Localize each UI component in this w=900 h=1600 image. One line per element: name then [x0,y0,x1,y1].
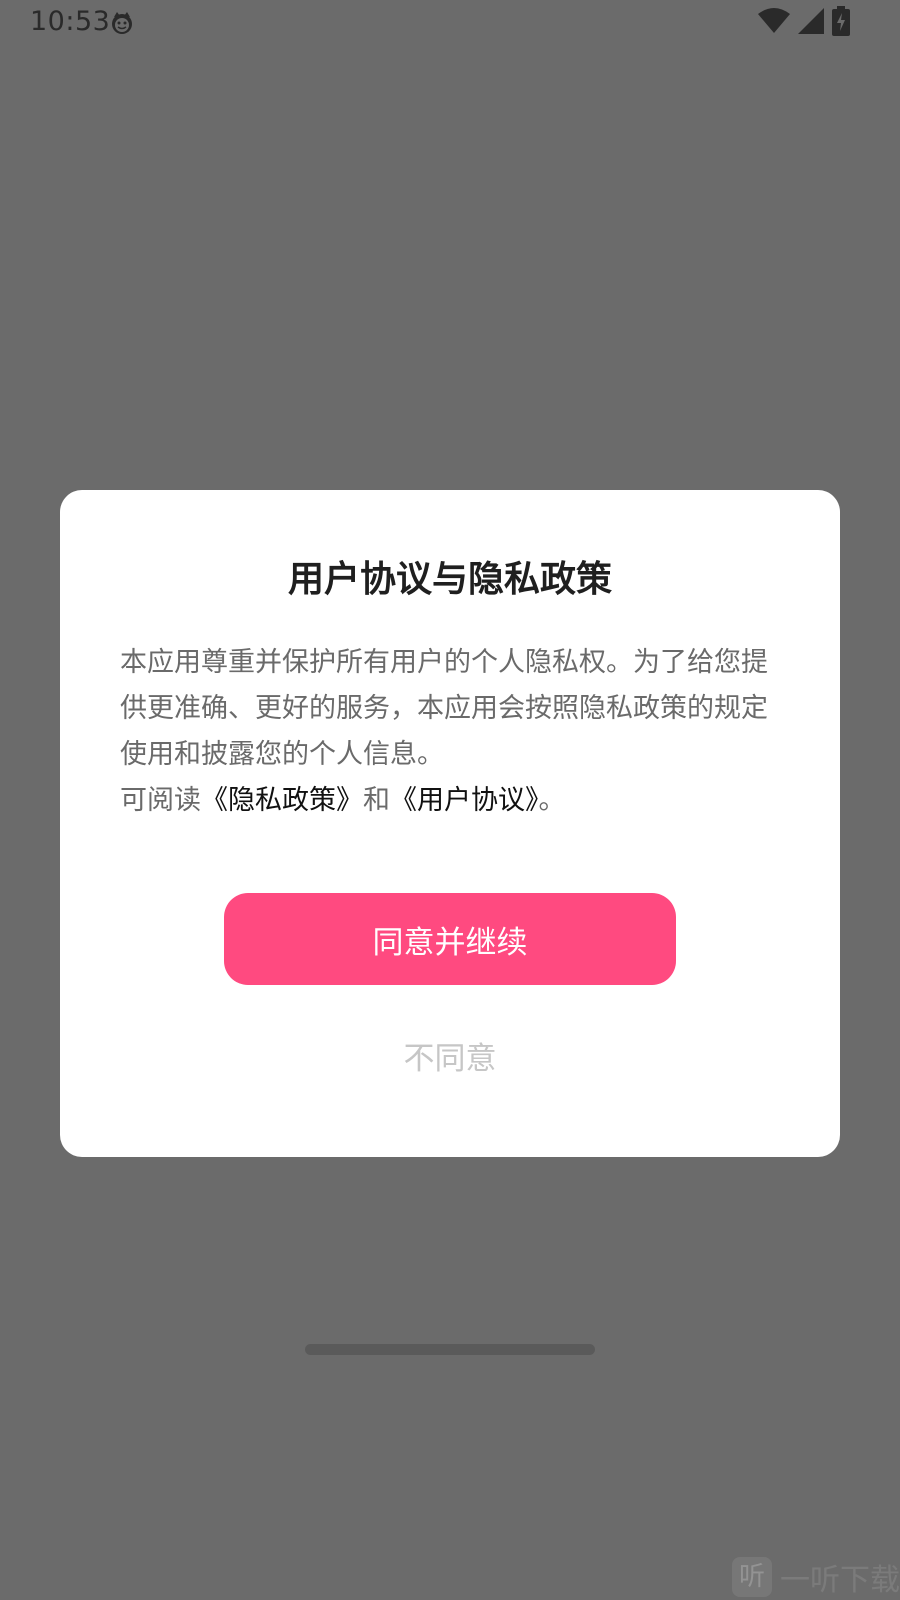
privacy-policy-link[interactable]: 《隐私政策》 [201,785,363,816]
dialog-read-line: 可阅读《隐私政策》和《用户协议》。 [120,778,780,824]
cat-face-icon [110,11,134,35]
dialog-body: 本应用尊重并保护所有用户的个人隐私权。为了给您提供更准确、更好的服务，本应用会按… [120,640,780,824]
watermark: 听 一听下载 [732,1554,900,1600]
cellular-signal-icon [798,8,824,38]
wifi-icon [758,8,790,38]
dialog-body-text: 本应用尊重并保护所有用户的个人隐私权。为了给您提供更准确、更好的服务，本应用会按… [120,647,768,770]
status-time: 10:53 [30,6,111,37]
agree-continue-button[interactable]: 同意并继续 [224,893,676,985]
watermark-logo: 听 [732,1557,772,1597]
watermark-text: 一听下载 [780,1563,900,1598]
dialog-title: 用户协议与隐私政策 [287,559,612,600]
read-suffix: 。 [538,785,566,816]
status-icons [758,6,850,40]
read-prefix: 可阅读 [120,785,201,816]
battery-charging-icon [832,6,850,40]
user-agreement-link[interactable]: 《用户协议》 [390,785,539,816]
status-bar: 10:53 [0,0,900,46]
privacy-dialog: 用户协议与隐私政策 本应用尊重并保护所有用户的个人隐私权。为了给您提供更准确、更… [60,490,840,1157]
disagree-button[interactable]: 不同意 [350,1030,550,1080]
home-indicator[interactable] [305,1344,595,1355]
conjunction-text: 和 [363,785,390,816]
